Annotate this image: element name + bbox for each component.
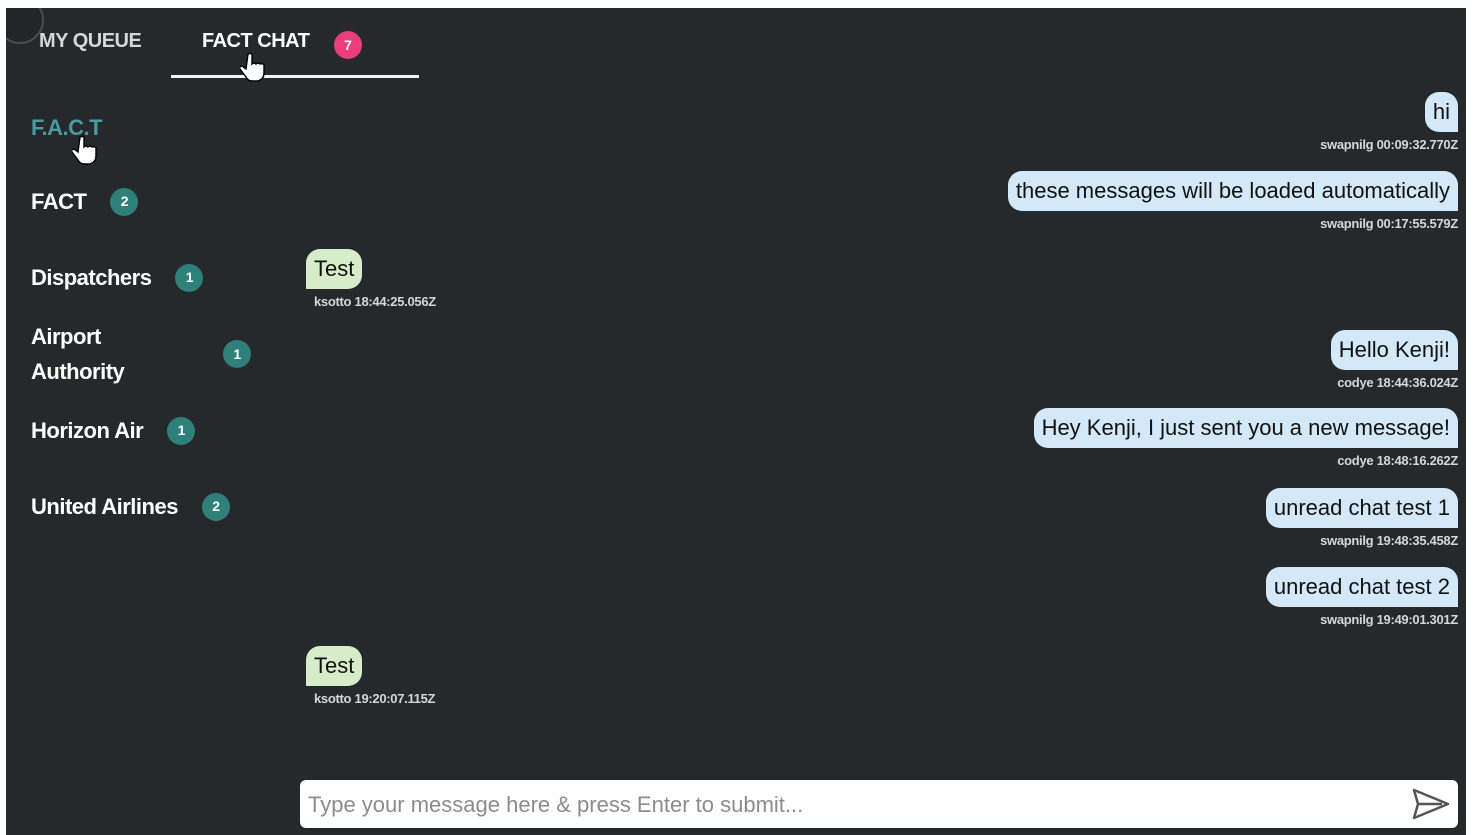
message-meta: swapnilg 19:49:01.301Z: [1320, 612, 1458, 627]
message-outgoing: Hey Kenji, I just sent you a new message…: [1033, 408, 1458, 468]
channel-label: Dispatchers: [31, 265, 152, 290]
message-outgoing: Hello Kenji! codye 18:44:36.024Z: [1330, 330, 1458, 390]
channel-item-dispatchers[interactable]: Dispatchers 1: [31, 260, 204, 295]
channel-label: F.A.C.T: [31, 115, 103, 140]
unread-count-badge: 1: [223, 340, 251, 368]
message-incoming: Test ksotto 19:20:07.115Z: [306, 646, 435, 706]
channel-label: United Airlines: [31, 494, 178, 519]
message-bubble: Hey Kenji, I just sent you a new message…: [1033, 408, 1458, 448]
message-bubble: hi: [1424, 92, 1458, 132]
unread-count-badge: 1: [167, 416, 196, 445]
send-icon[interactable]: [1412, 788, 1450, 820]
unread-count-badge: 2: [201, 492, 230, 521]
unread-count-badge: 2: [110, 187, 139, 216]
message-bubble: Test: [306, 249, 363, 289]
message-meta: ksotto 19:20:07.115Z: [314, 691, 436, 706]
message-meta: swapnilg 00:09:32.770Z: [1320, 137, 1458, 152]
message-bubble: these messages will be loaded automatica…: [1007, 171, 1458, 211]
channel-label: FACT: [31, 189, 87, 214]
message-outgoing: hi swapnilg 00:09:32.770Z: [1320, 92, 1458, 152]
message-outgoing: unread chat test 1 swapnilg 19:48:35.458…: [1265, 488, 1458, 548]
tab-my-queue[interactable]: MY QUEUE: [39, 30, 142, 53]
channel-item-united-airlines[interactable]: United Airlines 2: [31, 489, 230, 524]
message-outgoing: these messages will be loaded automatica…: [1007, 171, 1458, 231]
message-list[interactable]: hi swapnilg 00:09:32.770Z these messages…: [306, 8, 1461, 768]
message-bubble: Hello Kenji!: [1330, 330, 1458, 370]
tab-fact-chat[interactable]: FACT CHAT: [202, 30, 310, 53]
message-meta: codye 18:48:16.262Z: [1337, 453, 1458, 468]
chat-app: MY QUEUE FACT CHAT 7 F.A.C.T FACT 2 Disp…: [6, 8, 1466, 835]
message-meta: swapnilg 00:17:55.579Z: [1320, 216, 1458, 231]
channel-item-fact-acronym[interactable]: F.A.C.T: [31, 110, 103, 145]
channel-item-fact[interactable]: FACT 2: [31, 184, 139, 219]
message-bubble: Test: [306, 646, 363, 686]
message-composer: [300, 780, 1458, 830]
channel-item-airport-authority[interactable]: Airport Authority 1: [31, 319, 251, 389]
message-incoming: Test ksotto 18:44:25.056Z: [306, 249, 436, 309]
message-input[interactable]: [306, 780, 1410, 830]
message-meta: swapnilg 19:48:35.458Z: [1320, 533, 1458, 548]
message-meta: ksotto 18:44:25.056Z: [314, 294, 436, 309]
message-outgoing: unread chat test 2 swapnilg 19:49:01.301…: [1265, 567, 1458, 627]
unread-count-badge: 1: [175, 263, 204, 292]
channel-item-horizon-air[interactable]: Horizon Air 1: [31, 413, 196, 448]
message-bubble: unread chat test 2: [1265, 567, 1458, 607]
channel-label: Horizon Air: [31, 418, 144, 443]
channel-label: Airport Authority: [31, 324, 125, 384]
message-meta: codye 18:44:36.024Z: [1337, 375, 1458, 390]
message-bubble: unread chat test 1: [1265, 488, 1458, 528]
